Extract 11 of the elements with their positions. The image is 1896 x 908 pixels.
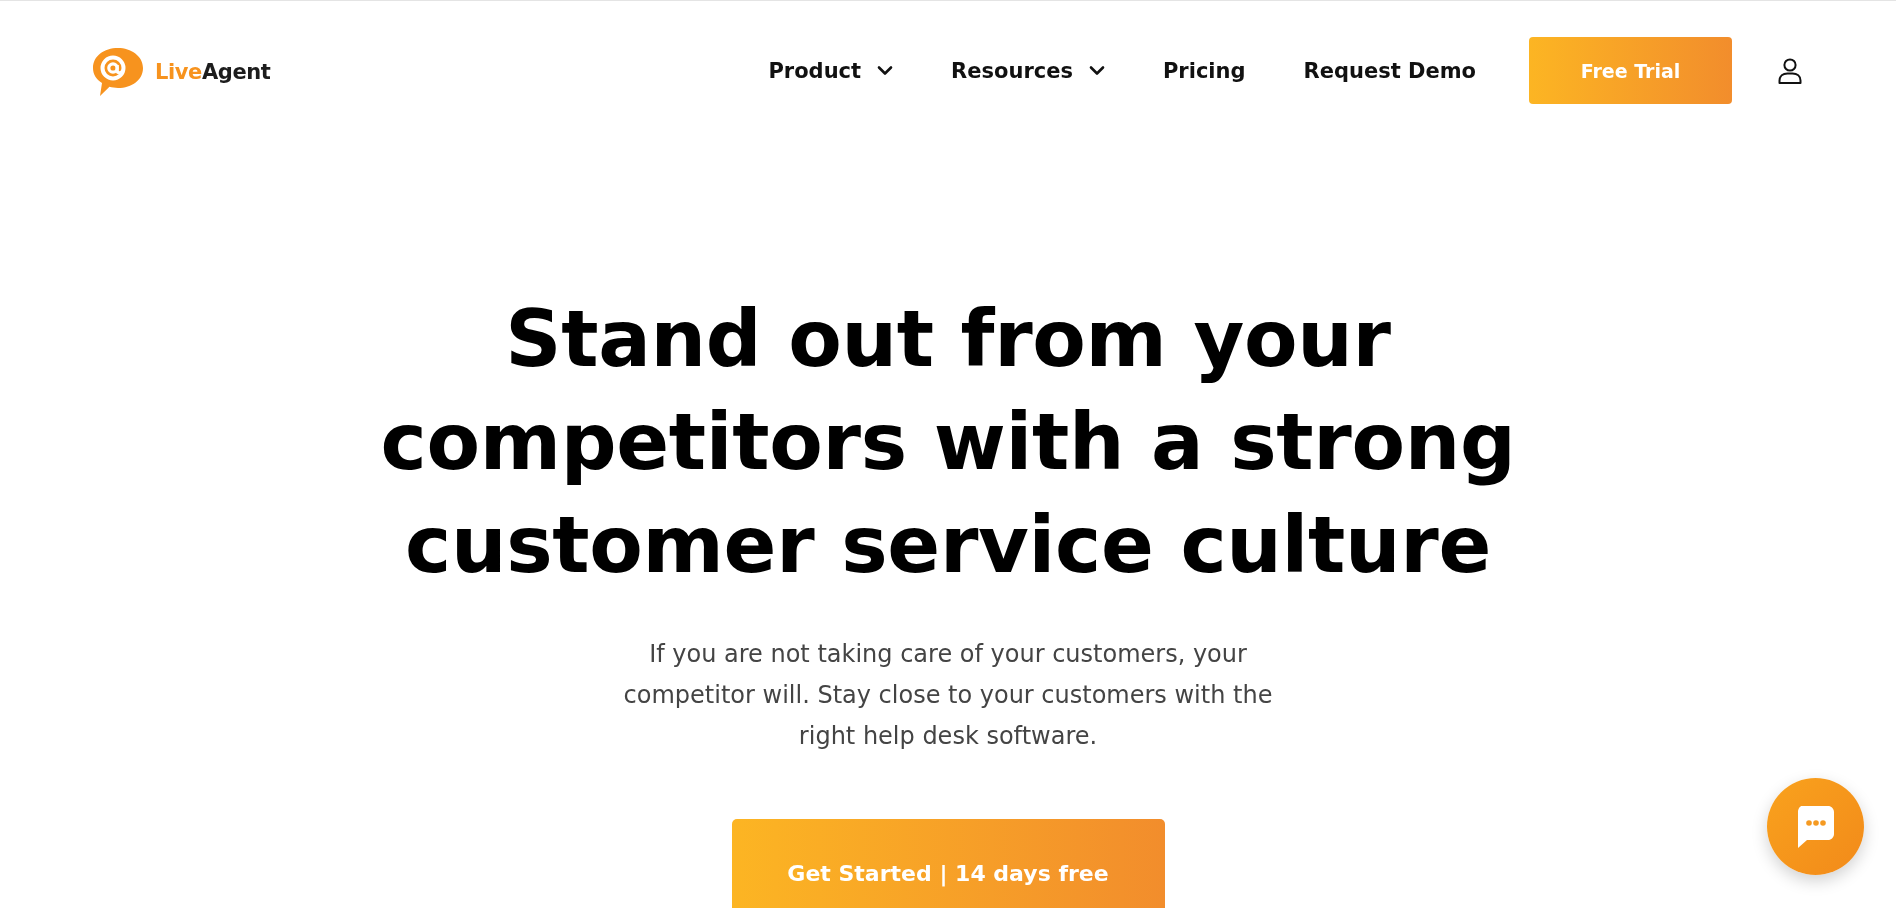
- hero-headline: Stand out from your competitors with a strong customer service culture: [379, 293, 1517, 592]
- chat-bubble-icon: [1795, 805, 1836, 848]
- nav-link[interactable]: Resources: [951, 57, 1105, 84]
- chat-button[interactable]: [1767, 778, 1864, 875]
- logo-wordmark[interactable]: LiveAgent: [155, 58, 271, 85]
- hero-subtext: If you are not taking care of your customers, your competitor will. Stay close to your customers with the right help desk software.: [622, 639, 1274, 752]
- nav-link[interactable]: Product: [768, 57, 894, 84]
- user-icon[interactable]: [1778, 57, 1802, 84]
- speech-bubble-icon[interactable]: [91, 45, 145, 98]
- nav-link[interactable]: Pricing: [1162, 57, 1246, 84]
- nav-link[interactable]: Request Demo: [1303, 57, 1476, 84]
